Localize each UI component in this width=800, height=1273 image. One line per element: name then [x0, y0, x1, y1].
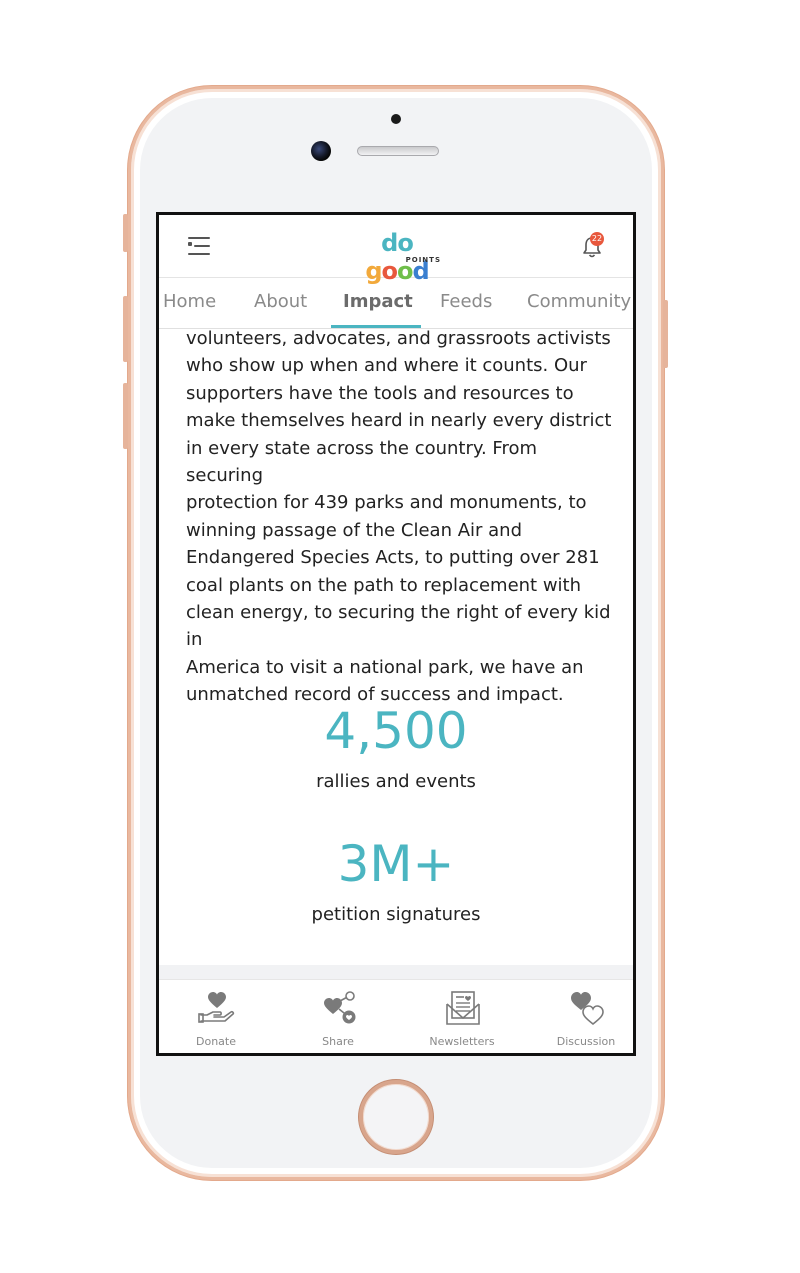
- nav-share-label: Share: [322, 1035, 354, 1048]
- nav-donate[interactable]: Donate: [161, 980, 271, 1053]
- nav-discussion-label: Discussion: [556, 1035, 616, 1048]
- earpiece-speaker: [357, 146, 439, 156]
- section-divider: [159, 965, 633, 979]
- bottom-navigation: Donate Share Newsletters Discussion: [159, 979, 633, 1053]
- home-button[interactable]: [359, 1080, 433, 1154]
- impact-content[interactable]: volunteers, advocates, and grassroots ac…: [159, 329, 633, 965]
- nav-share[interactable]: Share: [283, 980, 393, 1053]
- active-tab-indicator: [331, 325, 421, 328]
- front-camera: [311, 141, 331, 161]
- volume-down-button: [123, 383, 128, 449]
- mute-switch: [123, 214, 128, 252]
- stat-value-petitions: 3M+: [337, 835, 455, 893]
- section-tabs: Home About Impact Feeds Community: [159, 278, 633, 329]
- share-heart-icon: [324, 991, 356, 1024]
- tab-home[interactable]: Home: [163, 291, 216, 312]
- newsletter-envelope-icon: [446, 991, 480, 1025]
- tab-community[interactable]: Community: [527, 291, 631, 312]
- nav-newsletters-label: Newsletters: [429, 1035, 495, 1048]
- nav-donate-label: Donate: [196, 1035, 236, 1048]
- app-screen: do good POINTS 22 Home About Impact Feed…: [156, 212, 636, 1056]
- notification-badge: 22: [590, 232, 604, 246]
- stat-value-rallies: 4,500: [324, 702, 468, 760]
- logo-subtitle: POINTS: [405, 256, 441, 264]
- stat-label-petitions: petition signatures: [311, 904, 481, 925]
- tab-impact[interactable]: Impact: [343, 291, 413, 312]
- discussion-hearts-icon: [571, 992, 604, 1026]
- tab-about[interactable]: About: [254, 291, 307, 312]
- app-header: do good POINTS 22: [159, 215, 633, 285]
- menu-icon[interactable]: [188, 235, 212, 257]
- nav-newsletters[interactable]: Newsletters: [407, 980, 517, 1053]
- volume-up-button: [123, 296, 128, 362]
- do-good-points-logo[interactable]: do good POINTS: [349, 229, 445, 285]
- proximity-sensor: [391, 114, 401, 124]
- donate-hand-heart-icon: [198, 992, 235, 1023]
- power-button: [663, 300, 668, 368]
- impact-paragraph: volunteers, advocates, and grassroots ac…: [186, 329, 612, 706]
- tab-feeds[interactable]: Feeds: [440, 291, 492, 312]
- nav-discussion[interactable]: Discussion: [531, 980, 633, 1053]
- stat-label-rallies: rallies and events: [316, 771, 476, 792]
